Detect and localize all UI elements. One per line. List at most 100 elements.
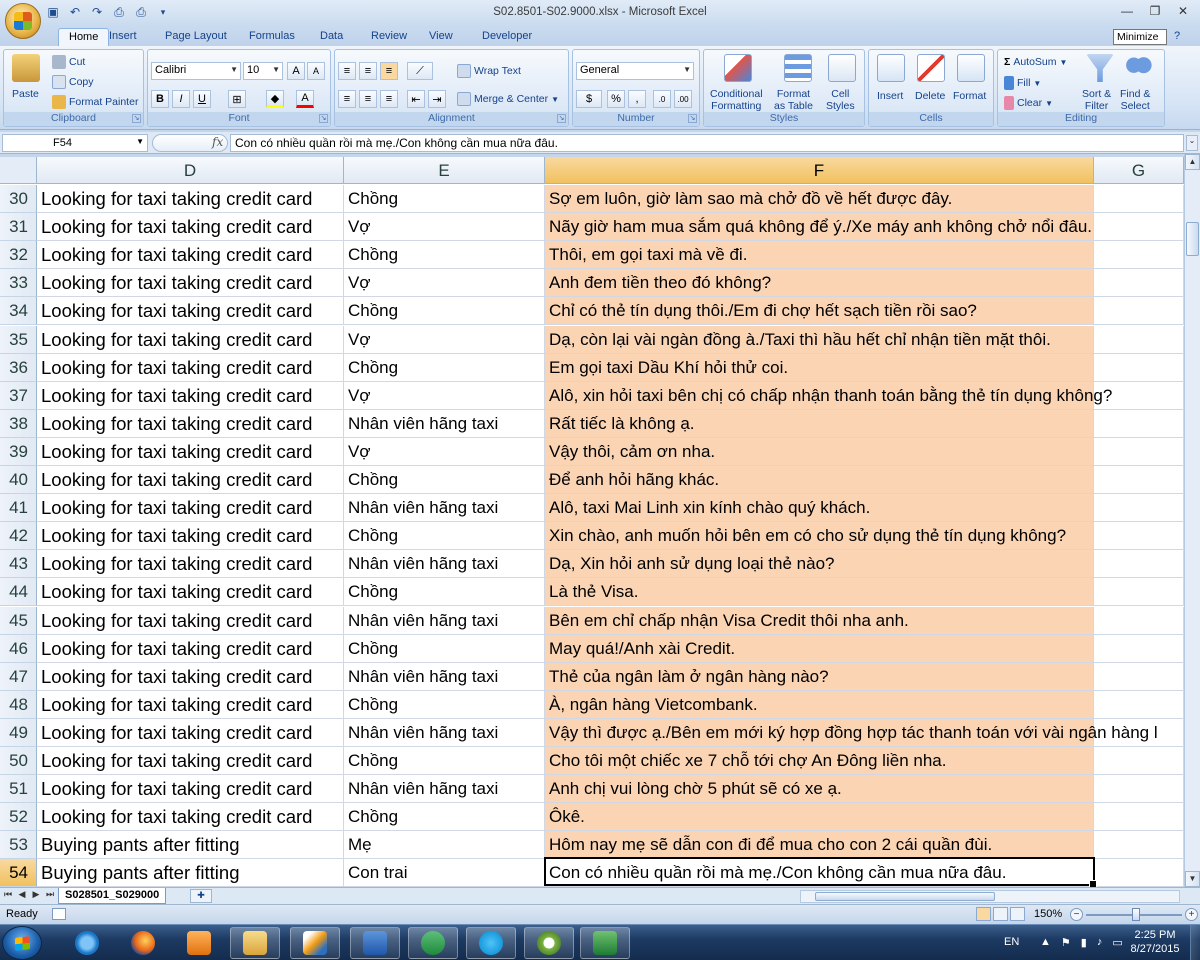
show-hidden-icons-icon[interactable]: ▲: [1040, 936, 1051, 949]
cell-d[interactable]: Looking for taxi taking credit card: [37, 269, 344, 298]
dialog-launcher-icon[interactable]: ↘: [688, 114, 697, 123]
font-size-select[interactable]: 10 ▼: [243, 62, 283, 80]
dialog-launcher-icon[interactable]: ↘: [319, 114, 328, 123]
firefox-icon[interactable]: [118, 927, 168, 959]
cell-e[interactable]: Vợ: [344, 269, 545, 298]
cell-d[interactable]: Looking for taxi taking credit card: [37, 381, 344, 410]
borders-icon[interactable]: ⊞: [228, 90, 246, 108]
flag-icon[interactable]: ⚑: [1061, 936, 1071, 949]
cell-f[interactable]: Chỉ có thẻ tín dụng thôi./Em đi chợ hết …: [545, 297, 1094, 326]
cell-f[interactable]: Hôm nay mẹ sẽ dẫn con đi để mua cho con …: [545, 831, 1094, 860]
cell-e[interactable]: Chồng: [344, 185, 545, 214]
cell-d[interactable]: Looking for taxi taking credit card: [37, 747, 344, 776]
cell-g[interactable]: [1094, 578, 1184, 607]
name-box[interactable]: F54 ▼: [2, 134, 148, 152]
font-color-icon[interactable]: A: [296, 90, 314, 108]
cell-f[interactable]: Vậy thì được ạ./Bên em mới ký hợp đồng h…: [545, 718, 1158, 747]
cell-e[interactable]: Chồng: [344, 353, 545, 382]
row-header[interactable]: 54: [0, 859, 37, 887]
horizontal-scroll-thumb[interactable]: [815, 892, 995, 901]
row-header[interactable]: 34: [0, 297, 37, 326]
zoom-in-icon[interactable]: +: [1185, 908, 1198, 921]
align-center-icon[interactable]: ≡: [359, 90, 377, 108]
cell-g[interactable]: [1094, 831, 1184, 860]
zoom-slider[interactable]: − +: [1070, 908, 1198, 922]
horizontal-scrollbar[interactable]: [800, 890, 1180, 903]
format-button[interactable]: Format: [953, 90, 986, 102]
office-button[interactable]: [5, 3, 41, 39]
zoom-level[interactable]: 150%: [1034, 908, 1062, 920]
cell-f[interactable]: Cho tôi một chiếc xe 7 chỗ tới chợ An Đô…: [545, 747, 1094, 776]
row-header[interactable]: 35: [0, 325, 37, 354]
close-button[interactable]: ✕: [1170, 2, 1196, 20]
cell-f[interactable]: Dạ, Xin hỏi anh sử dụng loại thẻ nào?: [545, 550, 1094, 579]
scroll-up-icon[interactable]: ▲: [1185, 154, 1200, 170]
cell-g[interactable]: [1094, 241, 1184, 270]
row-header[interactable]: 41: [0, 494, 37, 523]
show-desktop-button[interactable]: [1190, 925, 1200, 960]
cell-f[interactable]: Con có nhiều quần rồi mà mẹ./Con không c…: [545, 859, 1094, 887]
fill-color-icon[interactable]: ◆: [266, 90, 284, 108]
cell-f[interactable]: Ôkê.: [545, 803, 1094, 832]
cell-g[interactable]: [1094, 690, 1184, 719]
insert-function-icon[interactable]: fx: [212, 135, 223, 149]
underline-button[interactable]: U: [193, 90, 211, 108]
cell-d[interactable]: Looking for taxi taking credit card: [37, 185, 344, 214]
cell-d[interactable]: Looking for taxi taking credit card: [37, 775, 344, 804]
sort-filter-button[interactable]: Sort & Filter: [1082, 88, 1111, 112]
word-icon[interactable]: [350, 927, 400, 959]
cell-e[interactable]: Nhân viên hãng taxi: [344, 550, 545, 579]
sheet-tab[interactable]: S028501_S029000: [58, 888, 167, 904]
app-orange-icon[interactable]: [290, 927, 340, 959]
cell-e[interactable]: Chồng: [344, 578, 545, 607]
copy-button[interactable]: Copy: [52, 75, 94, 89]
cell-e[interactable]: Vợ: [344, 437, 545, 466]
help-icon[interactable]: ?: [1168, 28, 1186, 46]
tab-data[interactable]: Data: [310, 28, 353, 46]
insert-button[interactable]: Insert: [877, 90, 903, 102]
cell-f[interactable]: Anh đem tiền theo đó không?: [545, 269, 1094, 298]
row-header[interactable]: 31: [0, 213, 37, 242]
delete-button[interactable]: Delete: [915, 90, 945, 102]
row-header[interactable]: 39: [0, 437, 37, 466]
cell-e[interactable]: Nhân viên hãng taxi: [344, 718, 545, 747]
cell-f[interactable]: Bên em chỉ chấp nhận Visa Credit thôi nh…: [545, 606, 1094, 635]
cell-e[interactable]: Nhân viên hãng taxi: [344, 662, 545, 691]
cell-d[interactable]: Looking for taxi taking credit card: [37, 606, 344, 635]
cell-e[interactable]: Chồng: [344, 522, 545, 551]
row-header[interactable]: 49: [0, 718, 37, 747]
align-left-icon[interactable]: ≡: [338, 90, 356, 108]
cell-styles-button[interactable]: Cell Styles: [826, 88, 855, 112]
cell-d[interactable]: Looking for taxi taking credit card: [37, 578, 344, 607]
cell-d[interactable]: Looking for taxi taking credit card: [37, 297, 344, 326]
row-header[interactable]: 45: [0, 606, 37, 635]
cell-e[interactable]: Mẹ: [344, 831, 545, 860]
align-middle-icon[interactable]: ≡: [359, 62, 377, 80]
restore-button[interactable]: ❐: [1142, 2, 1168, 20]
dialog-launcher-icon[interactable]: ↘: [557, 114, 566, 123]
cell-g[interactable]: [1094, 269, 1184, 298]
cell-f[interactable]: Alô, xin hỏi taxi bên chị có chấp nhận t…: [545, 381, 1112, 410]
find-select-button[interactable]: Find & Select: [1120, 88, 1150, 112]
volume-icon[interactable]: ♪: [1097, 936, 1103, 949]
row-header[interactable]: 48: [0, 690, 37, 719]
increase-decimal-icon[interactable]: .0: [653, 90, 671, 108]
grow-font-button[interactable]: A: [287, 62, 305, 80]
cell-f[interactable]: Vậy thôi, cảm ơn nha.: [545, 437, 1094, 466]
row-header[interactable]: 44: [0, 578, 37, 607]
expand-formula-bar-icon[interactable]: ⌄: [1186, 135, 1198, 151]
tab-view[interactable]: View: [419, 28, 463, 46]
minimize-button[interactable]: —: [1114, 2, 1140, 20]
prev-sheet-icon[interactable]: ◀: [16, 889, 28, 900]
row-header[interactable]: 32: [0, 241, 37, 270]
row-header[interactable]: 50: [0, 747, 37, 776]
shrink-font-button[interactable]: A: [307, 62, 325, 80]
row-header[interactable]: 51: [0, 775, 37, 804]
cell-g[interactable]: [1094, 213, 1184, 242]
cell-d[interactable]: Looking for taxi taking credit card: [37, 718, 344, 747]
scroll-down-icon[interactable]: ▼: [1185, 871, 1200, 887]
cell-e[interactable]: Vợ: [344, 381, 545, 410]
cell-f[interactable]: Nãy giờ ham mua sắm quá không để ý./Xe m…: [545, 213, 1094, 242]
cell-e[interactable]: Chồng: [344, 241, 545, 270]
cell-e[interactable]: Nhân viên hãng taxi: [344, 409, 545, 438]
